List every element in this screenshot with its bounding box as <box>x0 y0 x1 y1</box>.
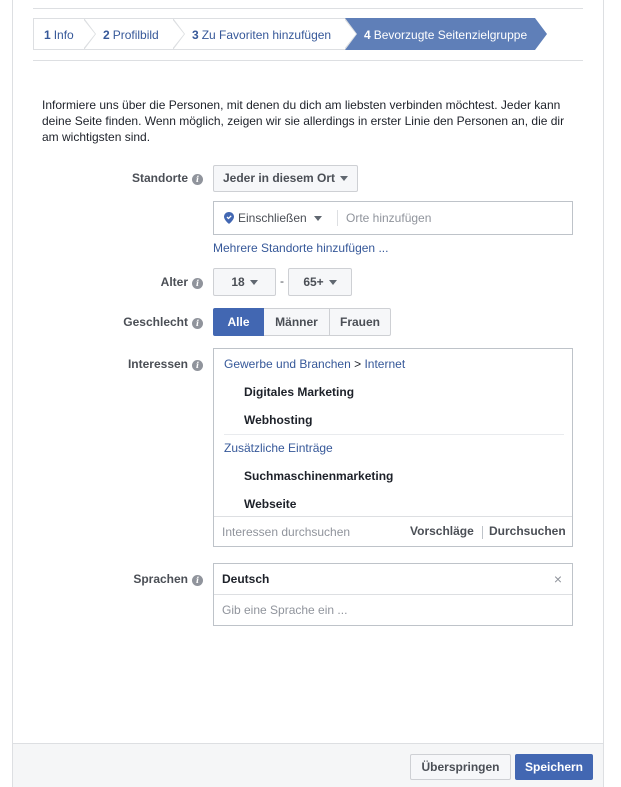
step-number: 2 <box>103 28 110 42</box>
info-icon[interactable]: i <box>192 360 203 371</box>
interests-label-text: Interessen <box>127 357 188 371</box>
interest-category-link[interactable]: Gewerbe und Branchen <box>224 357 351 371</box>
chevron-down-icon <box>249 280 258 286</box>
languages-box: Deutsch × Gib eine Sprache ein ... <box>213 563 573 626</box>
step-preferred-audience[interactable]: 4 Bevorzugte Seitenzielgruppe <box>345 18 547 50</box>
step-chevron <box>344 18 357 50</box>
breadcrumb-separator: > <box>354 357 362 371</box>
skip-button[interactable]: Überspringen <box>410 754 511 780</box>
interest-item[interactable]: Digitales Marketing <box>244 385 354 399</box>
interests-label: Interessen i <box>53 357 203 371</box>
step-profile-picture[interactable]: 2 Profilbild <box>84 18 185 50</box>
browse-button[interactable]: Durchsuchen <box>489 517 566 547</box>
locations-label-text: Standorte <box>131 171 188 185</box>
step-number: 1 <box>44 28 51 42</box>
remove-language-icon[interactable]: × <box>554 564 562 594</box>
step-label: Zu Favoriten hinzufügen <box>201 28 332 42</box>
interests-box: Gewerbe und Branchen > Internet Digitale… <box>213 348 573 547</box>
divider <box>224 434 564 435</box>
step-number: 3 <box>192 28 199 42</box>
age-separator: - <box>280 274 284 288</box>
locations-label: Standorte i <box>53 171 203 185</box>
intro-text: Informiere uns über die Personen, mit de… <box>42 98 565 144</box>
age-min-dropdown[interactable]: 18 <box>213 268 276 296</box>
step-chevron <box>83 18 96 50</box>
age-label-text: Alter <box>160 275 188 289</box>
chevron-down-icon <box>313 216 322 222</box>
interest-search-input[interactable]: Interessen durchsuchen <box>222 517 402 547</box>
extra-entries-header: Zusätzliche Einträge <box>224 441 333 455</box>
dialog-footer: Überspringen Speichern <box>13 743 603 787</box>
info-icon[interactable]: i <box>192 575 203 586</box>
step-info[interactable]: 1 Info <box>33 18 96 50</box>
interest-category-breadcrumb: Gewerbe und Branchen > Internet <box>224 357 405 371</box>
language-token: Deutsch <box>222 572 270 586</box>
gender-label: Geschlecht i <box>53 315 203 329</box>
info-icon[interactable]: i <box>192 318 203 329</box>
interest-item[interactable]: Suchmaschinenmarketing <box>244 469 393 483</box>
language-search-input[interactable]: Gib eine Sprache ein ... <box>222 595 562 625</box>
interest-item[interactable]: Webhosting <box>244 413 312 427</box>
location-search-input[interactable]: Orte hinzufügen <box>346 202 566 234</box>
age-max-value: 65+ <box>303 275 324 289</box>
languages-label-text: Sprachen <box>133 572 188 586</box>
box-separator <box>337 210 338 226</box>
divider <box>33 8 583 9</box>
age-label: Alter i <box>53 275 203 289</box>
location-pin-icon <box>224 212 234 224</box>
include-dropdown[interactable]: Einschließen <box>224 202 322 234</box>
step-label: Profilbild <box>112 28 159 42</box>
gender-women-button[interactable]: Frauen <box>329 308 391 336</box>
step-chevron <box>172 18 185 50</box>
save-button[interactable]: Speichern <box>515 754 593 780</box>
gender-all-button[interactable]: Alle <box>213 308 264 336</box>
step-label: Info <box>53 28 74 42</box>
step-number: 4 <box>364 28 371 42</box>
info-icon[interactable]: i <box>192 174 203 185</box>
gender-men-button[interactable]: Männer <box>264 308 330 336</box>
include-value: Einschließen <box>238 211 307 225</box>
suggestions-button[interactable]: Vorschläge <box>410 517 474 547</box>
interest-subcategory-link[interactable]: Internet <box>364 357 405 371</box>
step-add-favorites[interactable]: 3 Zu Favoriten hinzufügen <box>173 18 357 50</box>
age-max-dropdown[interactable]: 65+ <box>288 268 352 296</box>
step-label: Bevorzugte Seitenzielgruppe <box>373 28 528 42</box>
divider <box>33 60 583 61</box>
interest-item[interactable]: Webseite <box>244 497 296 511</box>
gender-label-text: Geschlecht <box>123 315 188 329</box>
info-icon[interactable]: i <box>192 278 203 289</box>
chevron-down-icon <box>340 176 349 182</box>
location-scope-dropdown[interactable]: Jeder in diesem Ort <box>213 165 358 192</box>
languages-label: Sprachen i <box>53 572 203 586</box>
location-scope-value: Jeder in diesem Ort <box>222 171 336 185</box>
chevron-down-icon <box>328 280 337 286</box>
add-more-locations-link[interactable]: Mehrere Standorte hinzufügen ... <box>213 241 388 255</box>
box-separator <box>482 526 483 539</box>
step-chevron <box>534 18 547 50</box>
age-min-value: 18 <box>231 275 245 289</box>
location-input-box: Einschließen Orte hinzufügen <box>213 201 573 235</box>
